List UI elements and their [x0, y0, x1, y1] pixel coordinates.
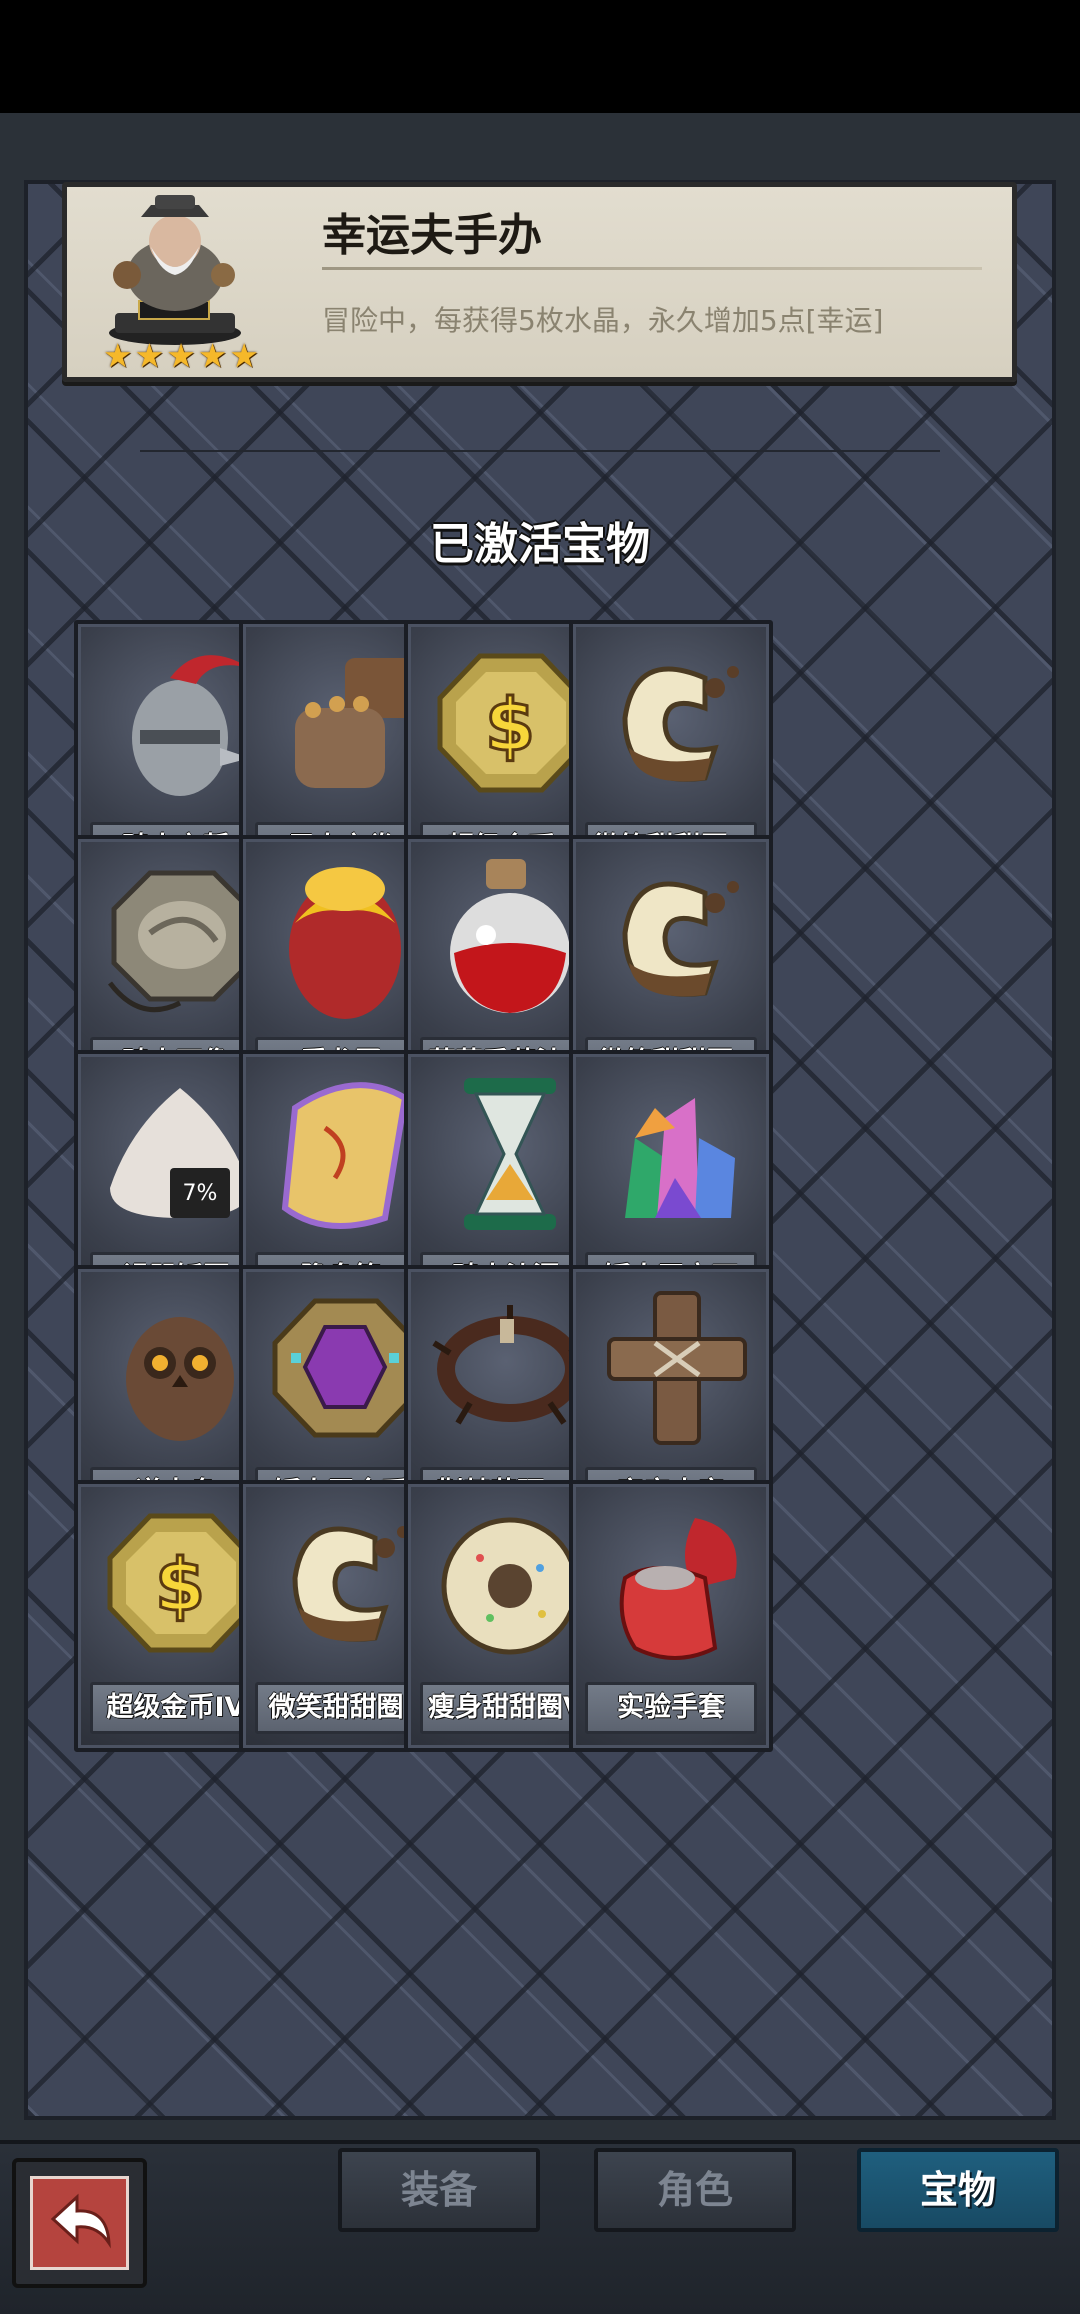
smile-donut-icon [622, 666, 739, 782]
owl-icon [126, 1317, 234, 1441]
smile-donut-icon [292, 1526, 409, 1642]
red-glove-icon [619, 1518, 737, 1660]
hourglass-icon [464, 1078, 556, 1230]
scroll-icon [281, 1082, 409, 1229]
svg-text:7%: 7% [183, 1181, 218, 1206]
knight-helmet-icon [132, 655, 250, 796]
title-divider [322, 267, 982, 270]
smile-donut-icon [622, 881, 739, 997]
treasure-label: 实验手套 [585, 1682, 757, 1734]
wooden-cross-icon [607, 1291, 747, 1445]
potion-bottle-icon [450, 859, 570, 1013]
stone-statue-icon [108, 870, 253, 1013]
star-icon: ★ [197, 336, 228, 375]
gold-coin-icon: $ [437, 653, 585, 793]
rating-stars: ★ ★ ★ ★ ★ [103, 339, 259, 373]
back-button[interactable] [12, 2158, 147, 2288]
rice-ball-icon: 7% [110, 1088, 250, 1218]
treasure-label: 微笑甜甜圈I [255, 1682, 427, 1734]
star-icon: ★ [166, 336, 196, 375]
star-icon: ★ [134, 336, 165, 375]
sprinkle-donut-icon [441, 1517, 579, 1655]
back-button-face [30, 2176, 129, 2270]
treasure-label: 超级金币IV [90, 1682, 262, 1734]
back-arrow-icon [50, 2193, 111, 2249]
thorn-wreath-icon [432, 1305, 588, 1425]
treasure-title: 幸运夫手办 [322, 210, 542, 261]
treasure-grid: 骑士之誓巨人之拳$超级金币I微笑甜甜圈V骑士石像爱龙蛋草莓番茄汁II微笑甜甜圈I… [24, 610, 1056, 2117]
star-icon: ★ [103, 336, 133, 375]
star-icon: ★ [229, 336, 259, 375]
svg-text:$: $ [485, 683, 535, 767]
gem-cluster-icon [625, 1098, 735, 1218]
gem-coin-icon [272, 1298, 420, 1438]
section-title: 已激活宝物 [430, 519, 650, 570]
selected-treasure-card: ★ ★ ★ ★ ★ 幸运夫手办 冒险中，每获得5枚水晶，永久增加5点[幸运] [62, 182, 1017, 382]
treasure-label: 瘦身甜甜圈V [420, 1682, 592, 1734]
tab-treasure[interactable]: 宝物 [857, 2148, 1059, 2232]
gold-coin-icon: $ [107, 1513, 255, 1653]
dragon-egg-icon [289, 867, 401, 1019]
svg-text:$: $ [155, 1543, 205, 1627]
tab-equipment[interactable]: 装备 [338, 2148, 540, 2232]
lucky-figurine-icon [109, 195, 241, 345]
giant-fist-icon [295, 658, 415, 788]
section-divider [140, 450, 940, 452]
tab-character[interactable]: 角色 [594, 2148, 796, 2232]
treasure-description: 冒险中，每获得5枚水晶，永久增加5点[幸运] [322, 304, 884, 337]
treasure-tile[interactable]: 实验手套 [569, 1480, 773, 1752]
